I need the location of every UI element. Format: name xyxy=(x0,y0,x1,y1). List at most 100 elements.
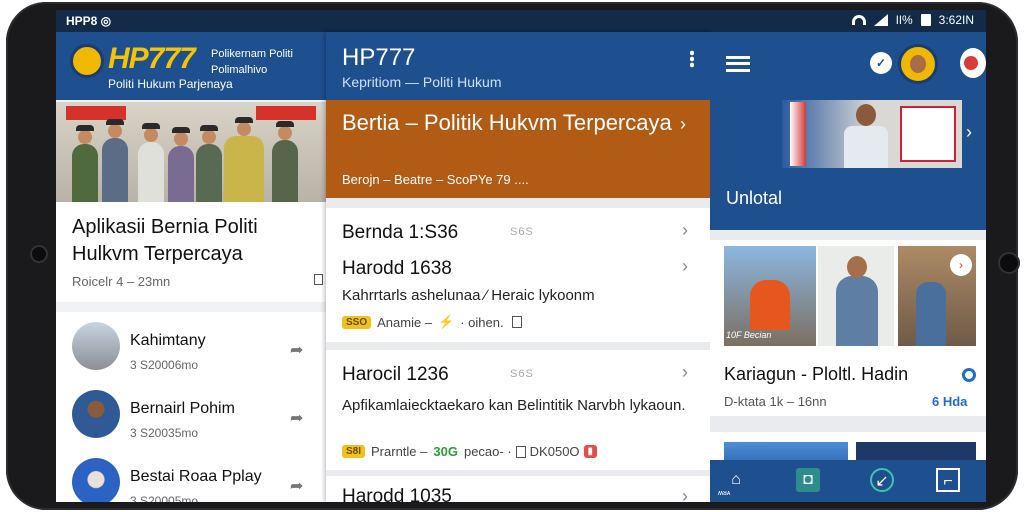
article-title: Aplikasii Bernia Politi Hulkvm Terpercay… xyxy=(72,216,258,265)
status-carrier: HPP8 ◎ xyxy=(66,14,112,28)
status-battery-text: ǀǀ% xyxy=(895,13,913,27)
side-sensor xyxy=(30,245,48,263)
brand-tagline-1: Polikernam Politi xyxy=(211,48,293,60)
share-icon[interactable]: ➦ xyxy=(290,476,303,496)
brand-title: HP777 xyxy=(108,42,196,75)
share-icon[interactable]: ➦ xyxy=(290,408,303,428)
gallery-card[interactable]: 10F Becian › Kariagun - Ploltl. Hadin D-… xyxy=(710,240,986,416)
card-title: Kariagun - Ploltl. Hadin xyxy=(724,364,909,384)
status-ring-icon[interactable] xyxy=(962,368,976,382)
more-options-icon[interactable] xyxy=(690,50,694,68)
list-item-meta: 3 S20035mo xyxy=(130,426,199,440)
left-header: HP777 Polikernam Politi Polimalhivo Poli… xyxy=(56,32,326,100)
article-title: Bernda 1:S36 xyxy=(342,222,459,243)
brand-badge-icon[interactable] xyxy=(960,48,986,78)
avatar xyxy=(72,390,120,438)
chevron-right-icon[interactable]: › xyxy=(950,254,972,276)
article-code: S6S xyxy=(510,368,534,380)
meta-text: DK050O xyxy=(529,444,580,459)
news-photo[interactable] xyxy=(56,102,326,202)
brand-tagline-2: Polimalhivo xyxy=(211,64,268,76)
hero-article[interactable]: Bertia – Politik Hukvm Terpercaya Berojn… xyxy=(326,100,710,198)
article-meta: SSO Anamie – ⚡ · oihen. xyxy=(342,314,522,330)
gallery-thumbnail[interactable] xyxy=(818,246,894,346)
person-figure xyxy=(196,125,222,202)
card-meta: D-ktata 1k – 16nn xyxy=(724,394,827,409)
article-code: S6S xyxy=(510,226,534,238)
list-item-title: Bernairl Pohim xyxy=(130,400,235,417)
status-bar: HPP8 ◎ ǀǀ% 3:62IN xyxy=(56,10,986,32)
article-card[interactable]: Harodd 1035 › xyxy=(326,476,710,502)
chevron-right-icon[interactable]: › xyxy=(682,486,688,502)
document-icon[interactable] xyxy=(515,445,526,458)
chevron-right-icon[interactable]: › xyxy=(682,256,688,277)
article-card[interactable]: Harocil 1236 S6S › Apfikamlaiecktaekaro … xyxy=(326,350,710,470)
chevron-right-icon[interactable]: › xyxy=(680,114,686,135)
list-item-meta: 3 S20005mo xyxy=(130,494,199,502)
person-figure xyxy=(102,119,128,202)
featured-article[interactable]: Aplikasii Bernia Politi Hulkvm Terpercay… xyxy=(56,202,326,302)
camera-icon xyxy=(998,252,1020,274)
app-title: HP777 xyxy=(342,44,416,71)
flag-decor xyxy=(790,102,806,166)
list-item-meta: 3 S20006mo xyxy=(130,358,199,372)
list-item[interactable]: Bestai Roaa Pplay 3 S20005mo ➦ xyxy=(56,448,326,502)
bolt-icon: ⚡ xyxy=(438,314,455,329)
person-figure xyxy=(840,104,890,168)
chat-icon[interactable]: ✓ xyxy=(870,52,892,74)
hero-meta: Berojn – Beatre – ScoPYe 79 .... xyxy=(342,172,529,187)
meta-text: Prarntle – xyxy=(371,444,428,459)
article-description: Apfikamlaiecktaekaro kan Belintitik Narv… xyxy=(342,397,686,414)
right-panel: ✓ › Unlotal 10F Becian › Kariagun - Plol… xyxy=(710,32,986,502)
bottom-navigation: ⌂ ʍᴚᴀ ◘ ↙ ⌐ xyxy=(710,460,986,502)
list-item[interactable]: Kahimtany 3 S20006mo ➦ xyxy=(56,312,326,380)
category-badge: S8I xyxy=(342,445,366,458)
menu-icon[interactable] xyxy=(726,56,750,72)
avatar[interactable] xyxy=(898,44,938,84)
app-subtitle: Kepritiom — Politi Hukum xyxy=(342,74,502,90)
thumbnail xyxy=(72,322,120,370)
middle-header: HP777 Kepritiom — Politi Hukum xyxy=(326,32,710,100)
category-badge: SSO xyxy=(342,315,372,329)
meta-text: pecao- · xyxy=(463,444,512,459)
share-icon[interactable]: ➦ xyxy=(290,340,303,360)
chevron-right-icon[interactable]: › xyxy=(966,122,972,143)
window-icon[interactable]: ⌐ xyxy=(936,468,960,492)
person-figure xyxy=(168,127,194,202)
chat-icon[interactable]: ↙ xyxy=(870,468,894,492)
avatar xyxy=(72,458,120,502)
news-list: Kahimtany 3 S20006mo ➦ Bernairl Pohim 3 … xyxy=(56,312,326,502)
document-icon[interactable] xyxy=(314,274,323,285)
card-link[interactable]: 6 Hda xyxy=(932,394,967,409)
document-icon[interactable] xyxy=(511,316,522,328)
shop-icon[interactable]: ◘ xyxy=(796,468,820,492)
flag-badge: ▮ xyxy=(583,445,598,458)
person-figure xyxy=(224,117,264,202)
article-card[interactable]: Bernda 1:S36 S6S › Harodd 1638 › Kahrrta… xyxy=(326,208,710,342)
chevron-right-icon[interactable]: › xyxy=(682,220,688,241)
right-header: ✓ xyxy=(710,32,986,100)
list-item-title: Bestai Roaa Pplay xyxy=(130,468,262,485)
home-icon[interactable]: ⌂ xyxy=(724,468,748,492)
status-time: 3:62IN xyxy=(938,13,974,27)
article-meta: S8I Prarntle – 30G pecao- · DK050O ▮ xyxy=(342,444,598,459)
brand-subtitle: Politi Hukum Parjenaya xyxy=(108,77,233,91)
article-title: Harodd 1035 xyxy=(342,486,452,502)
sign-decor xyxy=(900,106,956,162)
signal-icon xyxy=(873,14,888,26)
article-meta: Roicelr 4 – 23mn xyxy=(72,274,171,289)
gallery-thumbnail[interactable]: 10F Becian xyxy=(724,246,816,346)
flag-decor xyxy=(66,106,126,120)
article-title: Harodd 1638 xyxy=(342,258,452,279)
person-figure xyxy=(272,121,298,202)
gallery-thumbnail[interactable]: › xyxy=(898,246,976,346)
left-panel: HP777 Polikernam Politi Polimalhivo Poli… xyxy=(56,32,326,502)
hero-title: Bertia – Politik Hukvm Terpercaya xyxy=(342,110,672,135)
article-description: Kahrrtarls ashelunaa ∕ Heraic lykoonm xyxy=(342,287,595,304)
banner-image[interactable]: › xyxy=(710,100,986,168)
list-item[interactable]: Bernairl Pohim 3 S20035mo ➦ xyxy=(56,380,326,448)
wifi-icon xyxy=(851,15,866,25)
section-title: Unlotal xyxy=(726,188,783,208)
flag-decor xyxy=(256,106,316,120)
chevron-right-icon[interactable]: › xyxy=(682,362,688,383)
